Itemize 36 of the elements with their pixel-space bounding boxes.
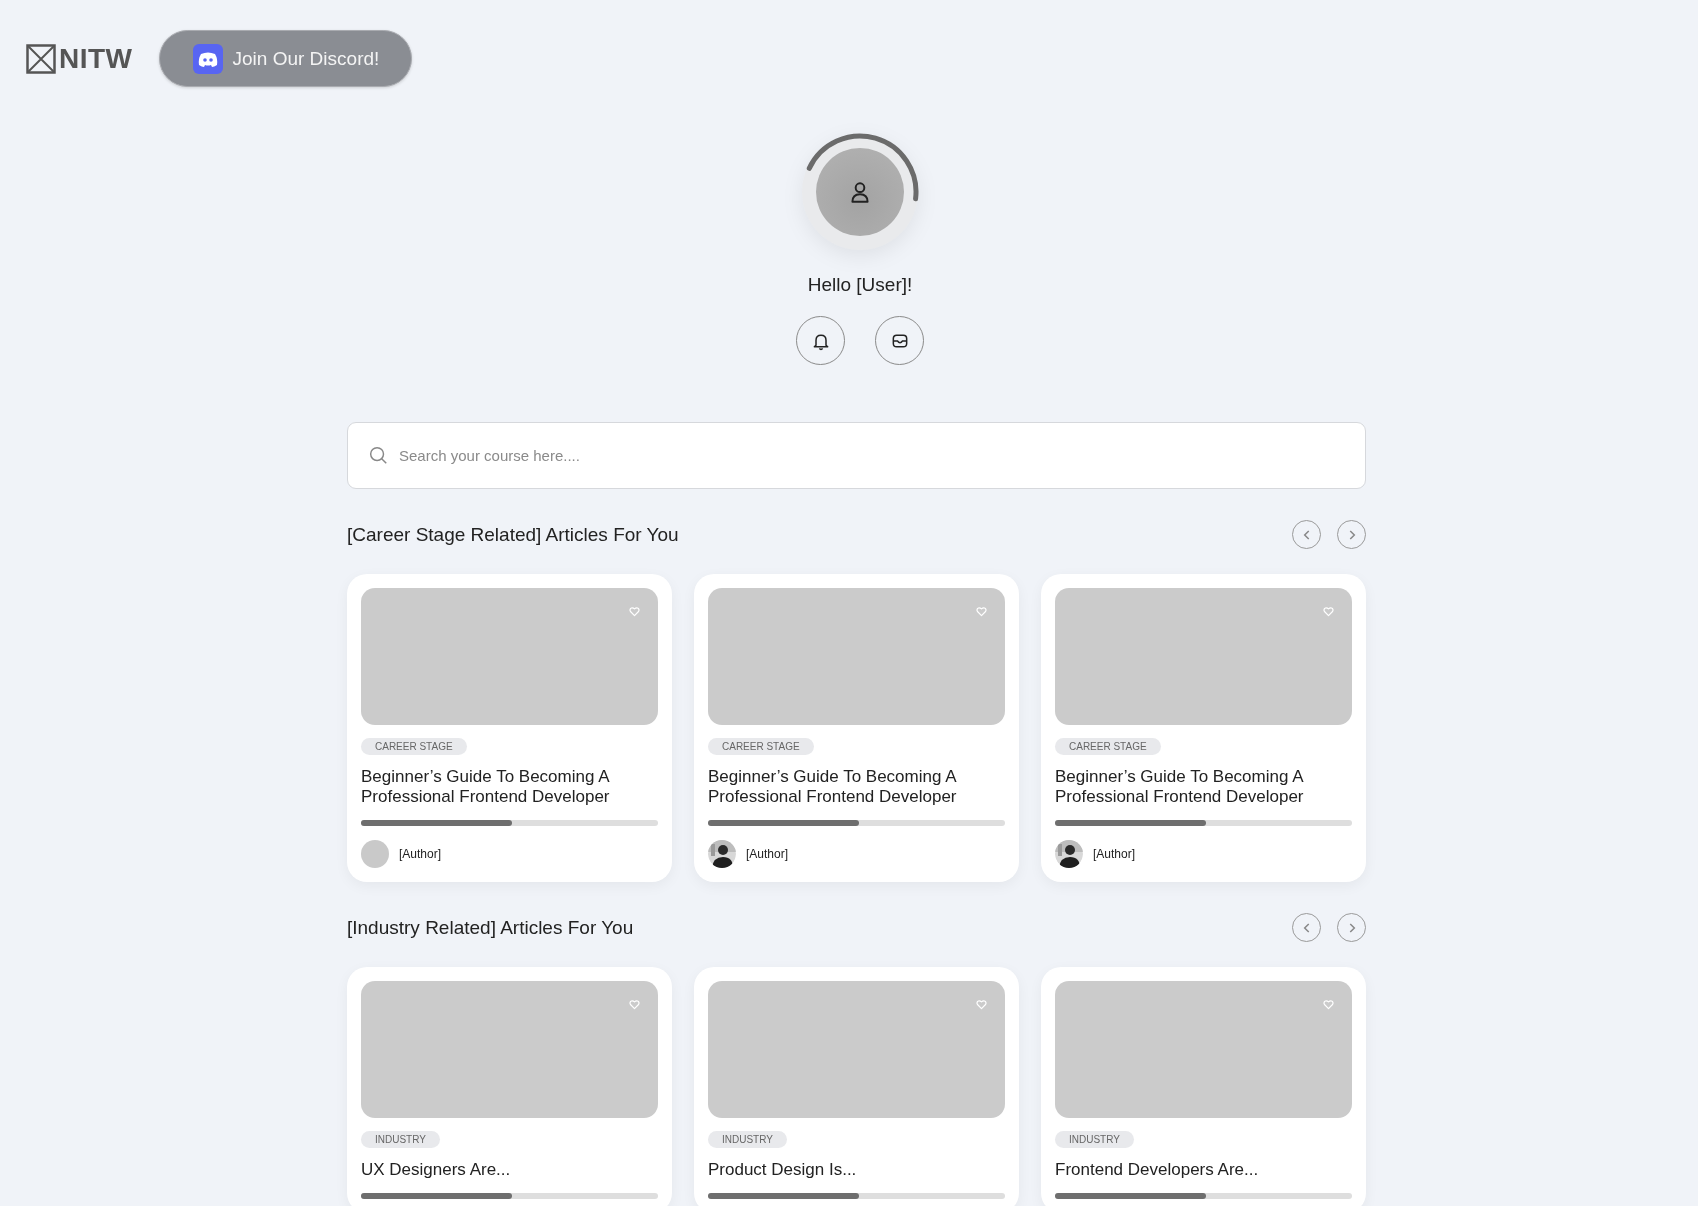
heart-icon[interactable] [976, 999, 987, 1010]
article-title: Product Design Is... [708, 1160, 857, 1180]
article-title: Beginner’s Guide To Becoming A Professional Frontend Developer [708, 767, 958, 807]
greeting: Hello [User]! [807, 274, 913, 296]
article-title: Frontend Developers Are... [1055, 1160, 1259, 1180]
category-tag: INDUSTRY [361, 1131, 440, 1148]
heart-icon[interactable] [1323, 606, 1334, 617]
article-title: Beginner’s Guide To Becoming A Professional Frontend Developer [361, 767, 611, 807]
article-card[interactable]: INDUSTRY UX Designers Are... [347, 967, 672, 1206]
logo-text[interactable]: NITW [59, 42, 133, 75]
article-card[interactable]: INDUSTRY Frontend Developers Are... [1041, 967, 1366, 1206]
author-name: [Author] [746, 847, 789, 861]
category-tag: INDUSTRY [1055, 1131, 1134, 1148]
avatar-placeholder [361, 840, 389, 868]
article-title: UX Designers Are... [361, 1160, 511, 1180]
author-name: [Author] [1093, 847, 1136, 861]
category-tag: CAREER STAGE [708, 738, 814, 755]
heart-icon[interactable] [976, 606, 987, 617]
author-name: [Author] [399, 847, 442, 861]
controller-icon [192, 43, 223, 74]
article-card[interactable]: INDUSTRY Product Design Is... [694, 967, 1019, 1206]
category-tag: CAREER STAGE [361, 738, 467, 755]
category-tag: INDUSTRY [708, 1131, 787, 1148]
search-field[interactable]: Search your course here.... [347, 422, 1366, 489]
section-title: [Career Stage Related] Articles For You [347, 523, 679, 546]
boxed-x-icon [26, 43, 56, 74]
heart-icon[interactable] [629, 606, 640, 617]
article-card[interactable]: CAREER STAGE Beginner’s Guide To Becoming A Professional Frontend Developer [Author] [347, 574, 672, 882]
article-card[interactable]: CAREER STAGE Beginner’s Guide To Becoming A Professional Frontend Developer [Author] [694, 574, 1019, 882]
heart-icon[interactable] [1323, 999, 1334, 1010]
search-icon [367, 444, 389, 466]
category-tag: CAREER STAGE [1055, 738, 1161, 755]
section-title: [Industry Related] Articles For You [347, 916, 634, 939]
article-title: Beginner’s Guide To Becoming A Professional Frontend Developer [1055, 767, 1305, 807]
article-card[interactable]: CAREER STAGE Beginner’s Guide To Becoming A Professional Frontend Developer [Author] [1041, 574, 1366, 882]
heart-icon[interactable] [629, 999, 640, 1010]
